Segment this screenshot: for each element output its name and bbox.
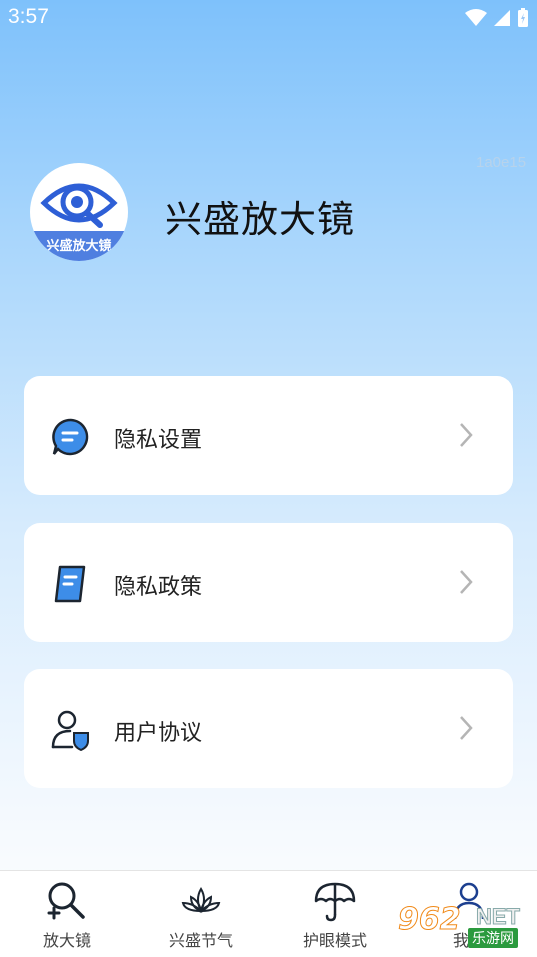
app-title: 兴盛放大镜 [165, 198, 355, 241]
tab-solar-terms[interactable]: 兴盛节气 [134, 871, 268, 957]
tab-label: 放大镜 [42, 931, 91, 950]
watermark-code: 1a0e15 [476, 154, 527, 171]
menu-item-user-agreement[interactable]: 用户协议 [24, 669, 513, 788]
status-bar: 3:57 [0, 0, 537, 36]
site-watermark: 962 NET 乐游网 [398, 900, 532, 950]
signal-icon [494, 10, 510, 26]
chevron-right-icon [460, 423, 473, 447]
wifi-icon [465, 9, 487, 26]
status-icons [465, 8, 529, 28]
chevron-right-icon [460, 716, 473, 740]
tab-label: 兴盛节气 [168, 931, 233, 950]
menu-item-privacy-settings[interactable]: 隐私设置 [24, 376, 513, 495]
magnifier-plus-icon [47, 882, 85, 920]
chevron-right-icon [460, 570, 473, 594]
chat-bubble-icon [52, 418, 89, 456]
document-icon [54, 565, 86, 603]
lotus-icon [181, 887, 221, 914]
menu-item-privacy-policy[interactable]: 隐私政策 [24, 523, 513, 642]
tab-eye-care[interactable]: 护眼模式 [268, 871, 402, 957]
umbrella-icon [314, 882, 356, 922]
logo-text: 兴盛放大镜 [46, 239, 112, 254]
menu-item-label: 隐私设置 [114, 428, 203, 453]
battery-icon [518, 8, 528, 27]
user-shield-icon [51, 710, 89, 751]
watermark-brand: 962 [398, 902, 462, 938]
tab-label: 护眼模式 [302, 931, 367, 950]
status-time: 3:57 [8, 5, 49, 28]
tab-magnifier[interactable]: 放大镜 [0, 871, 134, 957]
menu-item-label: 隐私政策 [114, 575, 203, 600]
watermark-sub: 乐游网 [468, 928, 518, 948]
menu-item-label: 用户协议 [114, 721, 203, 746]
watermark-tld: NET [476, 904, 521, 930]
app-logo: 兴盛放大镜 [30, 163, 128, 261]
